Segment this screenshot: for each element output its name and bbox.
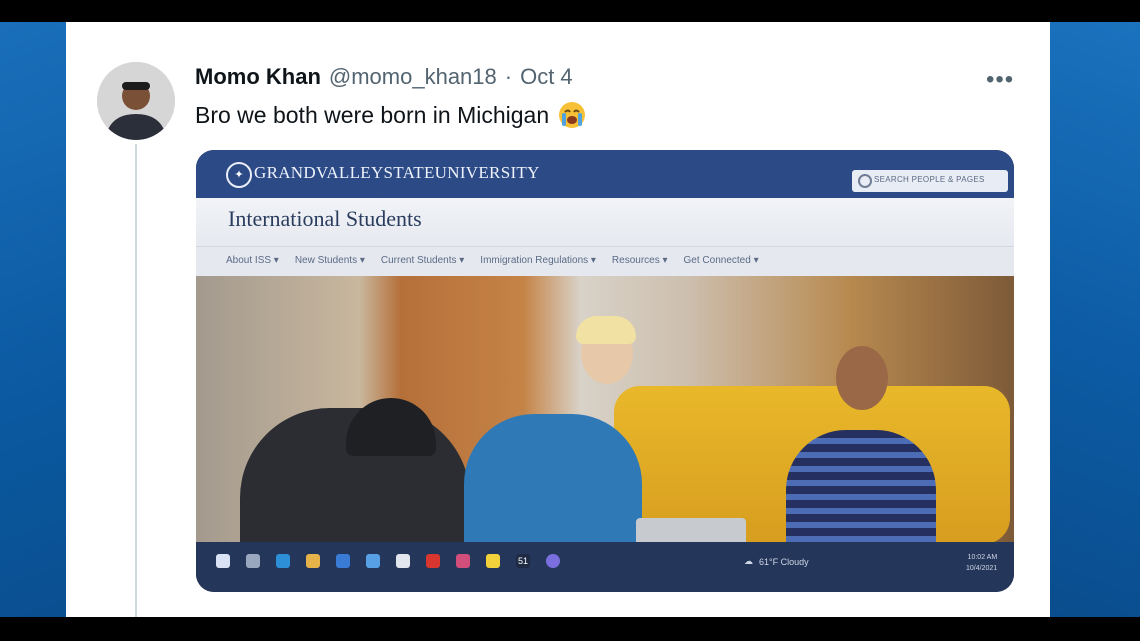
- university-logo-icon: ✦: [226, 162, 252, 188]
- windows-taskbar: 51 ☁ 61°F Cloudy 10:02 AM 10/4/2021: [196, 542, 1014, 592]
- tweet-header: Momo Khan @momo_khan18 · Oct 4: [195, 64, 573, 90]
- photos-icon[interactable]: [456, 554, 470, 568]
- store-icon[interactable]: [396, 554, 410, 568]
- site-search-input[interactable]: SEARCH PEOPLE & PAGES: [852, 170, 1008, 192]
- clock-time: 10:02 AM: [967, 554, 998, 561]
- clock-date: 10/4/2021: [966, 565, 998, 572]
- display-name[interactable]: Momo Khan: [195, 64, 321, 90]
- more-options-icon[interactable]: •••: [986, 66, 1014, 94]
- search-placeholder: SEARCH PEOPLE & PAGES: [874, 175, 985, 184]
- university-name: GRANDVALLEYSTATEUNIVERSITY: [254, 163, 540, 182]
- search-icon[interactable]: [246, 554, 260, 568]
- background-left: [0, 22, 66, 617]
- tweet-body: Bro we both were born in Michigan: [195, 101, 550, 128]
- loudly-crying-face-emoji: [559, 102, 586, 128]
- nav-get-connected[interactable]: Get Connected ▾: [684, 255, 759, 266]
- nav-resources[interactable]: Resources ▾: [612, 255, 668, 266]
- weather-text[interactable]: 61°F Cloudy: [759, 557, 809, 567]
- start-icon[interactable]: [216, 554, 230, 568]
- page-title-band: International Students: [196, 198, 1014, 246]
- nav-current-students[interactable]: Current Students ▾: [381, 255, 464, 266]
- bottom-letterbox: [0, 617, 1140, 641]
- file-explorer-icon[interactable]: [306, 554, 320, 568]
- background-right: [1050, 22, 1140, 617]
- nav-immigration-regulations[interactable]: Immigration Regulations ▾: [480, 255, 596, 266]
- top-letterbox: [0, 0, 1140, 22]
- sticky-notes-icon[interactable]: [486, 554, 500, 568]
- edge-icon[interactable]: [276, 554, 290, 568]
- taskbar-window-label[interactable]: 51: [516, 554, 530, 568]
- mail-icon[interactable]: [336, 554, 350, 568]
- weather-icon[interactable]: ☁: [744, 556, 753, 567]
- user-handle[interactable]: @momo_khan18: [329, 64, 497, 90]
- search-icon: [858, 174, 872, 188]
- chat-icon[interactable]: [546, 554, 560, 568]
- tweet-text: Bro we both were born in Michigan: [195, 100, 587, 130]
- taskbar-clock[interactable]: 10:02 AM 10/4/2021: [966, 552, 997, 574]
- thread-line: [135, 144, 137, 617]
- tweet-date[interactable]: Oct 4: [520, 64, 573, 90]
- site-header: ✦ GRANDVALLEYSTATEUNIVERSITY SEARCH PEOP…: [196, 150, 1014, 198]
- nav-new-students[interactable]: New Students ▾: [295, 255, 365, 266]
- student-right-head: [836, 346, 888, 410]
- avatar-photo-icon: [97, 62, 175, 140]
- separator: ·: [504, 64, 513, 89]
- tweet-card: Momo Khan @momo_khan18 · Oct 4 ••• Bro w…: [66, 22, 1050, 617]
- page-title: International Students: [228, 206, 422, 231]
- taskbar-icons: 51: [216, 554, 560, 568]
- student-middle-hair: [576, 316, 636, 344]
- system-tray: ☁ 61°F Cloudy: [744, 556, 809, 567]
- nav-about-iss[interactable]: About ISS ▾: [226, 255, 279, 266]
- site-nav: About ISS ▾ New Students ▾ Current Stude…: [196, 246, 1014, 277]
- office-icon[interactable]: [426, 554, 440, 568]
- browser-icon[interactable]: [366, 554, 380, 568]
- avatar[interactable]: [97, 62, 175, 140]
- tweet-media-image[interactable]: ✦ GRANDVALLEYSTATEUNIVERSITY SEARCH PEOP…: [196, 150, 1014, 592]
